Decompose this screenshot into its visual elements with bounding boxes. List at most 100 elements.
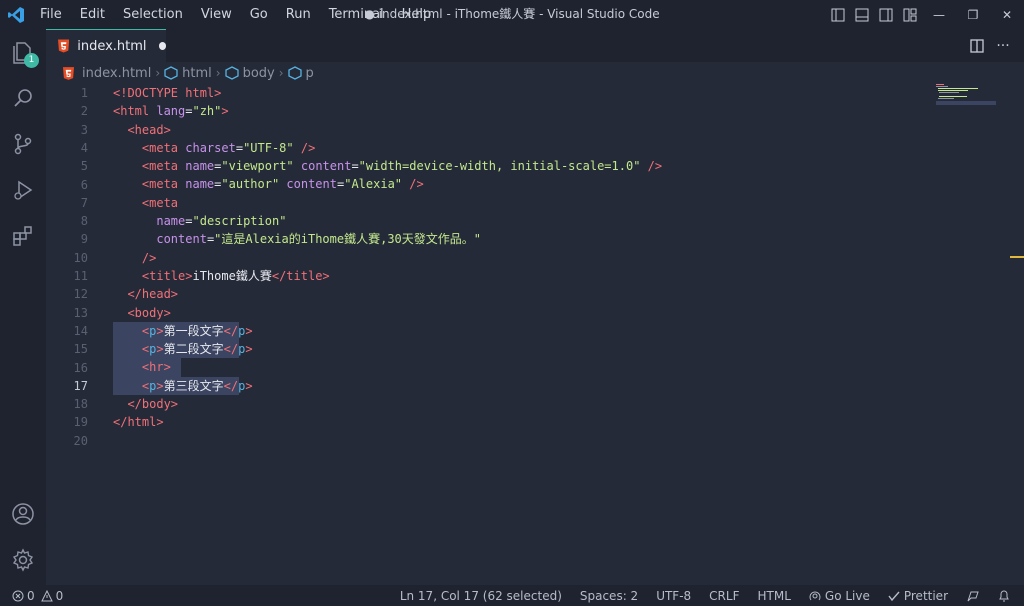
tab-label: index.html bbox=[77, 38, 147, 54]
toggle-secondary-sidebar-icon[interactable] bbox=[874, 0, 898, 29]
indentation[interactable]: Spaces: 2 bbox=[580, 589, 638, 603]
code-token: "width=device-width, initial-scale=1.0" bbox=[358, 159, 641, 174]
run-and-debug-icon[interactable] bbox=[0, 167, 46, 213]
menu-view[interactable]: View bbox=[192, 0, 241, 29]
minimap[interactable] bbox=[936, 84, 1010, 114]
code-line[interactable]: content="這是Alexia的iThome鐵人賽,30天發文作品。" bbox=[113, 230, 662, 248]
line-number: 19 bbox=[73, 415, 88, 430]
chevron-right-icon: › bbox=[278, 66, 284, 80]
menu-edit[interactable]: Edit bbox=[71, 0, 114, 29]
line-number: 16 bbox=[73, 360, 88, 375]
code-line[interactable]: <meta bbox=[113, 194, 662, 212]
minimize-button[interactable]: — bbox=[922, 0, 956, 29]
code-token: > bbox=[245, 342, 253, 357]
code-token: > bbox=[214, 86, 222, 100]
code-line[interactable]: <title>iThome鐵人賽</title> bbox=[113, 267, 662, 285]
code-line[interactable]: <hr> bbox=[113, 358, 662, 377]
code-line[interactable]: <!DOCTYPE html> bbox=[113, 84, 662, 102]
code-token: "viewport" bbox=[221, 159, 294, 174]
code-token: <hr> bbox=[141, 360, 171, 375]
chevron-right-icon: › bbox=[215, 66, 221, 80]
toggle-panel-icon[interactable] bbox=[850, 0, 874, 29]
tab-index-html[interactable]: index.html bbox=[46, 29, 166, 62]
encoding[interactable]: UTF-8 bbox=[656, 589, 691, 603]
symbol-element-icon bbox=[164, 66, 178, 80]
menu-help[interactable]: Help bbox=[393, 0, 441, 29]
account-icon[interactable] bbox=[0, 491, 46, 537]
source-control-icon[interactable] bbox=[0, 121, 46, 167]
feedback-icon[interactable] bbox=[966, 590, 980, 602]
code-line[interactable]: <meta charset="UTF-8" /> bbox=[113, 139, 662, 157]
error-icon bbox=[12, 590, 24, 601]
menu-terminal[interactable]: Terminal bbox=[320, 0, 393, 29]
code-line[interactable]: <p>第三段文字</p> bbox=[113, 376, 662, 396]
menu-selection[interactable]: Selection bbox=[114, 0, 192, 29]
problems-indicator[interactable]: 0 0 bbox=[12, 589, 63, 603]
line-number: 12 bbox=[73, 287, 88, 302]
symbol-element-icon bbox=[287, 66, 302, 80]
warning-icon bbox=[40, 589, 53, 601]
cursor-position[interactable]: Ln 17, Col 17 (62 selected) bbox=[400, 589, 562, 603]
notifications-bell-icon[interactable] bbox=[998, 589, 1010, 602]
code-line[interactable]: /> bbox=[113, 249, 662, 267]
code-line[interactable]: </html> bbox=[113, 413, 662, 431]
breadcrumb-body[interactable]: body bbox=[224, 66, 275, 81]
code-token: > bbox=[245, 378, 253, 393]
code-token: </ bbox=[223, 342, 239, 357]
code-line[interactable]: <head> bbox=[113, 121, 662, 139]
code-token: <meta bbox=[141, 195, 179, 210]
end-of-line[interactable]: CRLF bbox=[709, 589, 739, 603]
code-token: charset bbox=[178, 140, 236, 155]
extensions-icon[interactable] bbox=[0, 213, 46, 259]
code-line[interactable]: <html lang="zh"> bbox=[113, 102, 662, 120]
code-line[interactable]: <p>第二段文字</p> bbox=[113, 340, 662, 359]
code-line[interactable]: <body> bbox=[113, 304, 662, 322]
code-token: <meta bbox=[141, 140, 179, 155]
code-token: </ bbox=[223, 323, 239, 338]
line-number: 13 bbox=[73, 305, 88, 320]
code-token: <meta bbox=[141, 159, 179, 174]
unsaved-dot-icon[interactable] bbox=[158, 42, 166, 50]
explorer-icon[interactable]: 1 bbox=[0, 29, 46, 75]
line-number: 6 bbox=[80, 177, 88, 192]
menu-file[interactable]: File bbox=[31, 0, 71, 29]
breadcrumb-html[interactable]: html bbox=[164, 66, 212, 81]
go-live-button[interactable]: Go Live bbox=[809, 589, 870, 603]
code-line[interactable]: <meta name="author" content="Alexia" /> bbox=[113, 175, 662, 193]
search-icon[interactable] bbox=[0, 75, 46, 121]
code-token: </title> bbox=[271, 268, 330, 283]
breadcrumb-p[interactable]: p bbox=[287, 66, 314, 81]
prettier-button[interactable]: Prettier bbox=[888, 589, 948, 603]
close-button[interactable]: ✕ bbox=[990, 0, 1024, 29]
language-mode[interactable]: HTML bbox=[757, 589, 790, 603]
code-content[interactable]: <!DOCTYPE html> <html lang="zh"> <head> <… bbox=[113, 84, 662, 450]
toggle-primary-sidebar-icon[interactable] bbox=[826, 0, 850, 29]
customize-layout-icon[interactable] bbox=[898, 0, 922, 29]
restore-button[interactable]: ❐ bbox=[956, 0, 990, 29]
more-actions-icon[interactable]: ··· bbox=[990, 29, 1016, 62]
code-line[interactable]: </head> bbox=[113, 285, 662, 303]
code-line[interactable]: </body> bbox=[113, 395, 662, 413]
menu-go[interactable]: Go bbox=[241, 0, 277, 29]
code-line[interactable]: <p>第一段文字</p> bbox=[113, 321, 662, 341]
code-token: </head> bbox=[127, 287, 179, 302]
line-number: 15 bbox=[73, 342, 88, 357]
code-token: <body> bbox=[127, 305, 171, 320]
settings-gear-icon[interactable] bbox=[0, 537, 46, 583]
code-line[interactable] bbox=[113, 432, 662, 450]
code-token: "description" bbox=[192, 214, 287, 229]
code-token: </ bbox=[223, 378, 239, 393]
line-number: 11 bbox=[73, 269, 88, 283]
menu-run[interactable]: Run bbox=[277, 0, 320, 29]
code-line[interactable]: <meta name="viewport" content="width=dev… bbox=[113, 157, 662, 175]
line-number: 17 bbox=[73, 378, 88, 393]
split-editor-icon[interactable] bbox=[964, 29, 990, 62]
code-token: "UTF-8" bbox=[243, 140, 294, 155]
code-editor[interactable]: 1 2 3 4 5 6 7 8 9 10 11 12 13 14 15 16 17 18 19 20 <!DOCTYP… bbox=[46, 84, 1024, 585]
code-line[interactable]: name="description" bbox=[113, 212, 662, 230]
breadcrumb-file[interactable]: index.html bbox=[63, 66, 151, 81]
editor-actions: ··· bbox=[964, 29, 1016, 62]
